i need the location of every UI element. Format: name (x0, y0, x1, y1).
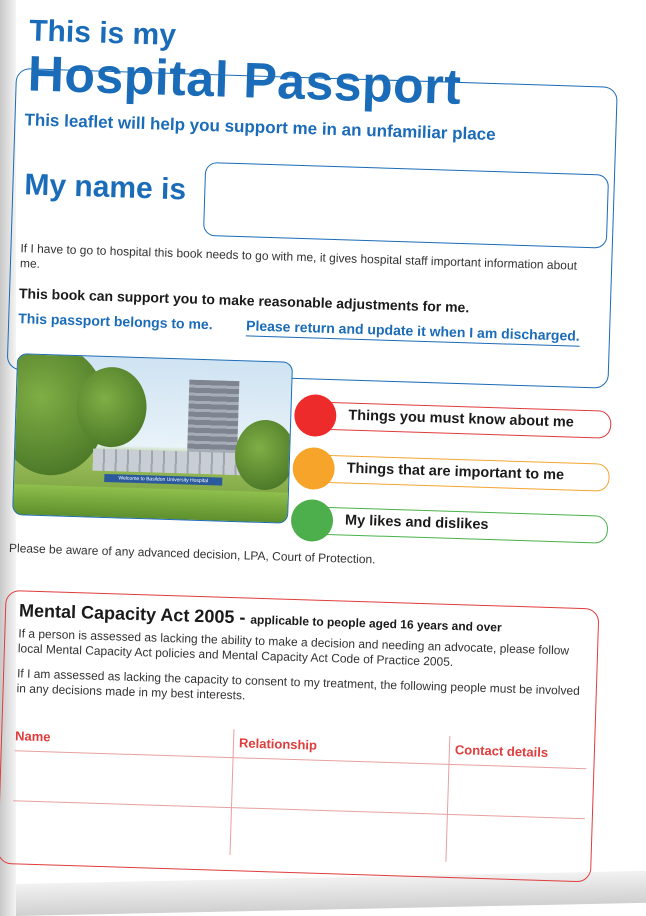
hospital-low-block (92, 448, 244, 476)
passport-sheet: This is my Hospital Passport This leafle… (0, 8, 628, 907)
passport-page: This is my Hospital Passport This leafle… (0, 0, 646, 916)
row-important: Things that are important to me (292, 446, 610, 492)
green-dot-icon (290, 498, 334, 543)
red-dot-icon (293, 393, 337, 438)
name-label: My name is (23, 168, 187, 207)
name-field[interactable] (202, 161, 610, 249)
row-likes-label: My likes and dislikes (344, 512, 489, 534)
column-relationship: Relationship (238, 735, 318, 753)
row-important-label: Things that are important to me (346, 460, 565, 484)
tree-middle (75, 366, 148, 449)
hospital-sign: Welcome to Basildon University Hospital (104, 473, 223, 486)
row-must-know: Things you must know about me (293, 393, 612, 439)
orange-dot-icon (292, 446, 336, 491)
row-must-know-label: Things you must know about me (348, 407, 575, 431)
lawn (13, 484, 288, 523)
tree-right (233, 419, 294, 491)
column-name: Name (14, 728, 51, 745)
hospital-photo: Welcome to Basildon University Hospital (12, 353, 294, 524)
aware-note: Please be aware of any advanced decision… (8, 540, 376, 567)
row-likes: My likes and dislikes (290, 498, 609, 544)
column-contact: Contact details (454, 742, 549, 761)
